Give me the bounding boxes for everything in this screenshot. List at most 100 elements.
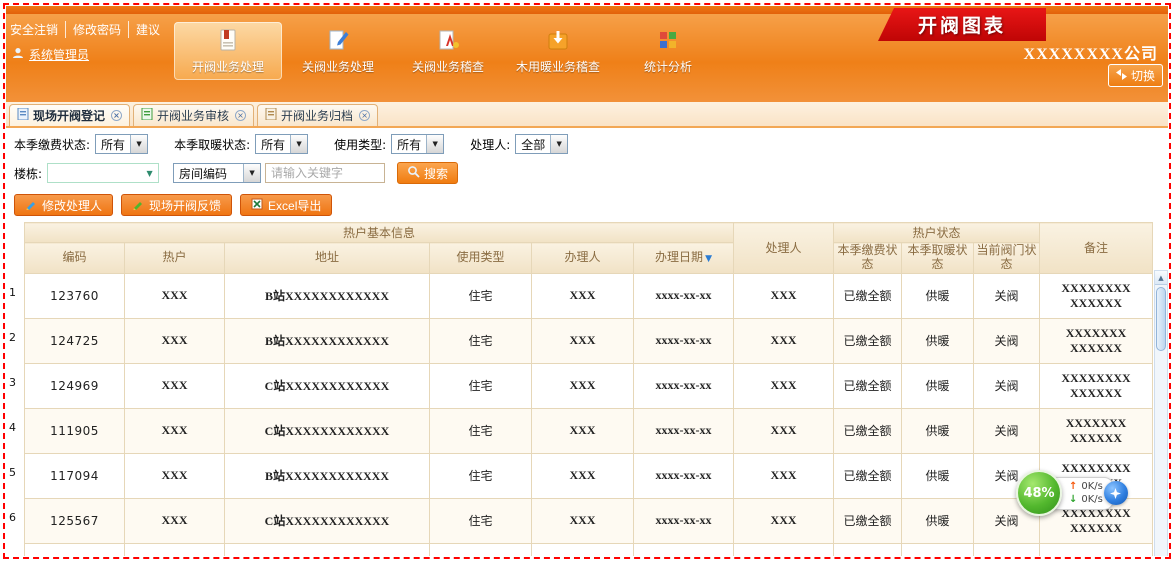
cell-household: XXX (125, 363, 225, 408)
cell-code: 111905 (25, 408, 125, 453)
excel-export-button[interactable]: Excel导出 (240, 194, 332, 216)
cell-address: B站XXXXXXXXXXXX (225, 543, 430, 556)
heat-status-select[interactable]: 所有▼ (255, 134, 308, 154)
nav-label: 统计分析 (644, 58, 692, 75)
cell-date: xxxx-xx-xx (634, 273, 734, 318)
tab-onsite-open-valve[interactable]: 现场开阀登记 × (9, 104, 130, 126)
document-inspect-icon (435, 28, 461, 55)
dropdown-arrow-icon[interactable]: ▼ (426, 135, 443, 153)
cell-heat: 供暖 (902, 543, 974, 556)
dropdown-arrow-icon[interactable]: ▼ (550, 135, 567, 153)
cell-code: 124969 (25, 363, 125, 408)
dropdown-arrow-icon[interactable]: ▼ (130, 135, 147, 153)
change-password-link[interactable]: 修改密码 (65, 21, 121, 38)
table-row[interactable]: XXXB站XXXXXXXXXXXX住宅XXXxxxx-xx-xxXXX已缴全额供… (25, 543, 1153, 556)
table-row[interactable]: 111905XXXC站XXXXXXXXXXXX住宅XXXxxxx-xx-xxXX… (25, 408, 1153, 453)
keyword-input[interactable] (265, 163, 385, 183)
cell-address: B站XXXXXXXXXXXX (225, 318, 430, 363)
header-links: 安全注销 修改密码 建议 (10, 21, 160, 38)
table-row[interactable]: 123760XXXB站XXXXXXXXXXXX住宅XXXxxxx-xx-xxXX… (25, 273, 1153, 318)
switch-button[interactable]: 切换 (1108, 64, 1163, 87)
user-icon (12, 47, 24, 62)
cell-handler: XXX (734, 318, 834, 363)
cell-valve: 关阀 (974, 273, 1040, 318)
progress-ball[interactable]: 48% (1016, 470, 1062, 516)
tab-open-valve-archive[interactable]: 开阀业务归档 × (257, 104, 378, 126)
cell-code: 124725 (25, 318, 125, 363)
search-field-select[interactable]: 房间编码▼ (173, 163, 261, 183)
table-row[interactable]: 124969XXXC站XXXXXXXXXXXX住宅XXXxxxx-xx-xxXX… (25, 363, 1153, 408)
tab-close-icon[interactable]: × (235, 110, 246, 121)
scroll-up-icon[interactable]: ▲ (1155, 271, 1167, 285)
assistant-ball-icon[interactable] (1104, 481, 1128, 505)
nav-item-statistics[interactable]: 统计分析 (614, 22, 722, 80)
nav-item-open-valve[interactable]: 开阀业务处理 (174, 22, 282, 80)
col-header-use-type[interactable]: 使用类型 (430, 243, 532, 274)
cell-date: xxxx-xx-xx (634, 543, 734, 556)
col-header-handler[interactable]: 处理人 (734, 223, 834, 274)
suggestion-link[interactable]: 建议 (128, 21, 160, 38)
filter-label: 本季缴费状态: (14, 136, 90, 153)
cell-date: xxxx-xx-xx (634, 408, 734, 453)
col-header-date[interactable]: 办理日期▼ (634, 243, 734, 274)
nav-label: 关阀业务处理 (302, 58, 374, 75)
cell-date: xxxx-xx-xx (634, 318, 734, 363)
open-valve-chart-ribbon: 开阀图表 (878, 8, 1046, 41)
onsite-open-valve-feedback-button[interactable]: 现场开阀反馈 (121, 194, 232, 216)
table-row[interactable]: 124725XXXB站XXXXXXXXXXXX住宅XXXxxxx-xx-xxXX… (25, 318, 1153, 363)
group-header-household-status: 热户状态 (834, 223, 1040, 243)
cell-code: 123760 (25, 273, 125, 318)
cell-use-type: 住宅 (430, 453, 532, 498)
col-header-household[interactable]: 热户 (125, 243, 225, 274)
scrollbar-thumb[interactable] (1156, 287, 1166, 351)
tab-label: 开阀业务审核 (157, 107, 229, 124)
chart-squares-icon (655, 28, 681, 55)
col-header-address[interactable]: 地址 (225, 243, 430, 274)
row-number: 2 (9, 315, 24, 360)
col-header-agent[interactable]: 办理人 (532, 243, 634, 274)
building-select[interactable]: ▼ (47, 163, 159, 183)
current-user-link[interactable]: 系统管理员 (29, 46, 89, 63)
change-handler-button[interactable]: 修改处理人 (14, 194, 113, 216)
filter-panel: 本季缴费状态: 所有▼ 本季取暖状态: 所有▼ 使用类型: 所有▼ 处理人: 全… (6, 128, 1168, 184)
workspace-tabbar: 现场开阀登记 × 开阀业务审核 × 开阀业务归档 × (6, 102, 1168, 128)
col-header-heat-status[interactable]: 本季取暖状态 (902, 243, 974, 274)
cell-household: XXX (125, 318, 225, 363)
cell-handler: XXX (734, 408, 834, 453)
filter-label: 本季取暖状态: (174, 136, 250, 153)
switch-label: 切换 (1131, 67, 1155, 84)
dropdown-arrow-icon[interactable]: ▼ (243, 164, 260, 182)
col-header-code[interactable]: 编码 (25, 243, 125, 274)
logout-link[interactable]: 安全注销 (10, 21, 58, 38)
cell-use-type: 住宅 (430, 363, 532, 408)
nav-item-close-valve[interactable]: 关阀业务处理 (284, 22, 392, 80)
tab-close-icon[interactable]: × (111, 110, 122, 121)
cell-date: xxxx-xx-xx (634, 498, 734, 543)
tab-open-valve-review[interactable]: 开阀业务审核 × (133, 104, 254, 126)
row-number: 3 (9, 360, 24, 405)
table-row[interactable]: 117094XXXB站XXXXXXXXXXXX住宅XXXxxxx-xx-xxXX… (25, 453, 1153, 498)
tab-close-icon[interactable]: × (359, 110, 370, 121)
document-red-icon (215, 28, 241, 55)
cell-address: C站XXXXXXXXXXXX (225, 363, 430, 408)
col-header-valve-status[interactable]: 当前阀门状态 (974, 243, 1040, 274)
cell-remark: XXXXXXX XXXXXX (1040, 408, 1153, 453)
cell-handler: XXX (734, 543, 834, 556)
dropdown-arrow-icon[interactable]: ▼ (290, 135, 307, 153)
sort-desc-icon[interactable]: ▼ (705, 254, 712, 264)
search-button[interactable]: 搜索 (397, 162, 458, 184)
nav-item-close-valve-audit[interactable]: 关阀业务稽查 (394, 22, 502, 80)
vertical-scrollbar[interactable]: ▲ (1154, 270, 1168, 556)
table-row[interactable]: 125567XXXC站XXXXXXXXXXXX住宅XXXxxxx-xx-xxXX… (25, 498, 1153, 543)
nav-item-no-heating-audit[interactable]: 木用暖业务稽查 (504, 22, 612, 80)
col-header-remark[interactable]: 备注 (1040, 223, 1153, 274)
dropdown-arrow-icon[interactable]: ▼ (141, 164, 158, 182)
pay-status-select[interactable]: 所有▼ (95, 134, 148, 154)
cell-valve: 关阀 (974, 318, 1040, 363)
col-header-pay-status[interactable]: 本季缴费状态 (834, 243, 902, 274)
cell-household: XXX (125, 408, 225, 453)
cell-household: XXX (125, 453, 225, 498)
handler-select[interactable]: 全部▼ (515, 134, 568, 154)
use-type-select[interactable]: 所有▼ (391, 134, 444, 154)
network-speed-widget[interactable]: 48% ↑0K/s ↓0K/s (1016, 470, 1128, 516)
